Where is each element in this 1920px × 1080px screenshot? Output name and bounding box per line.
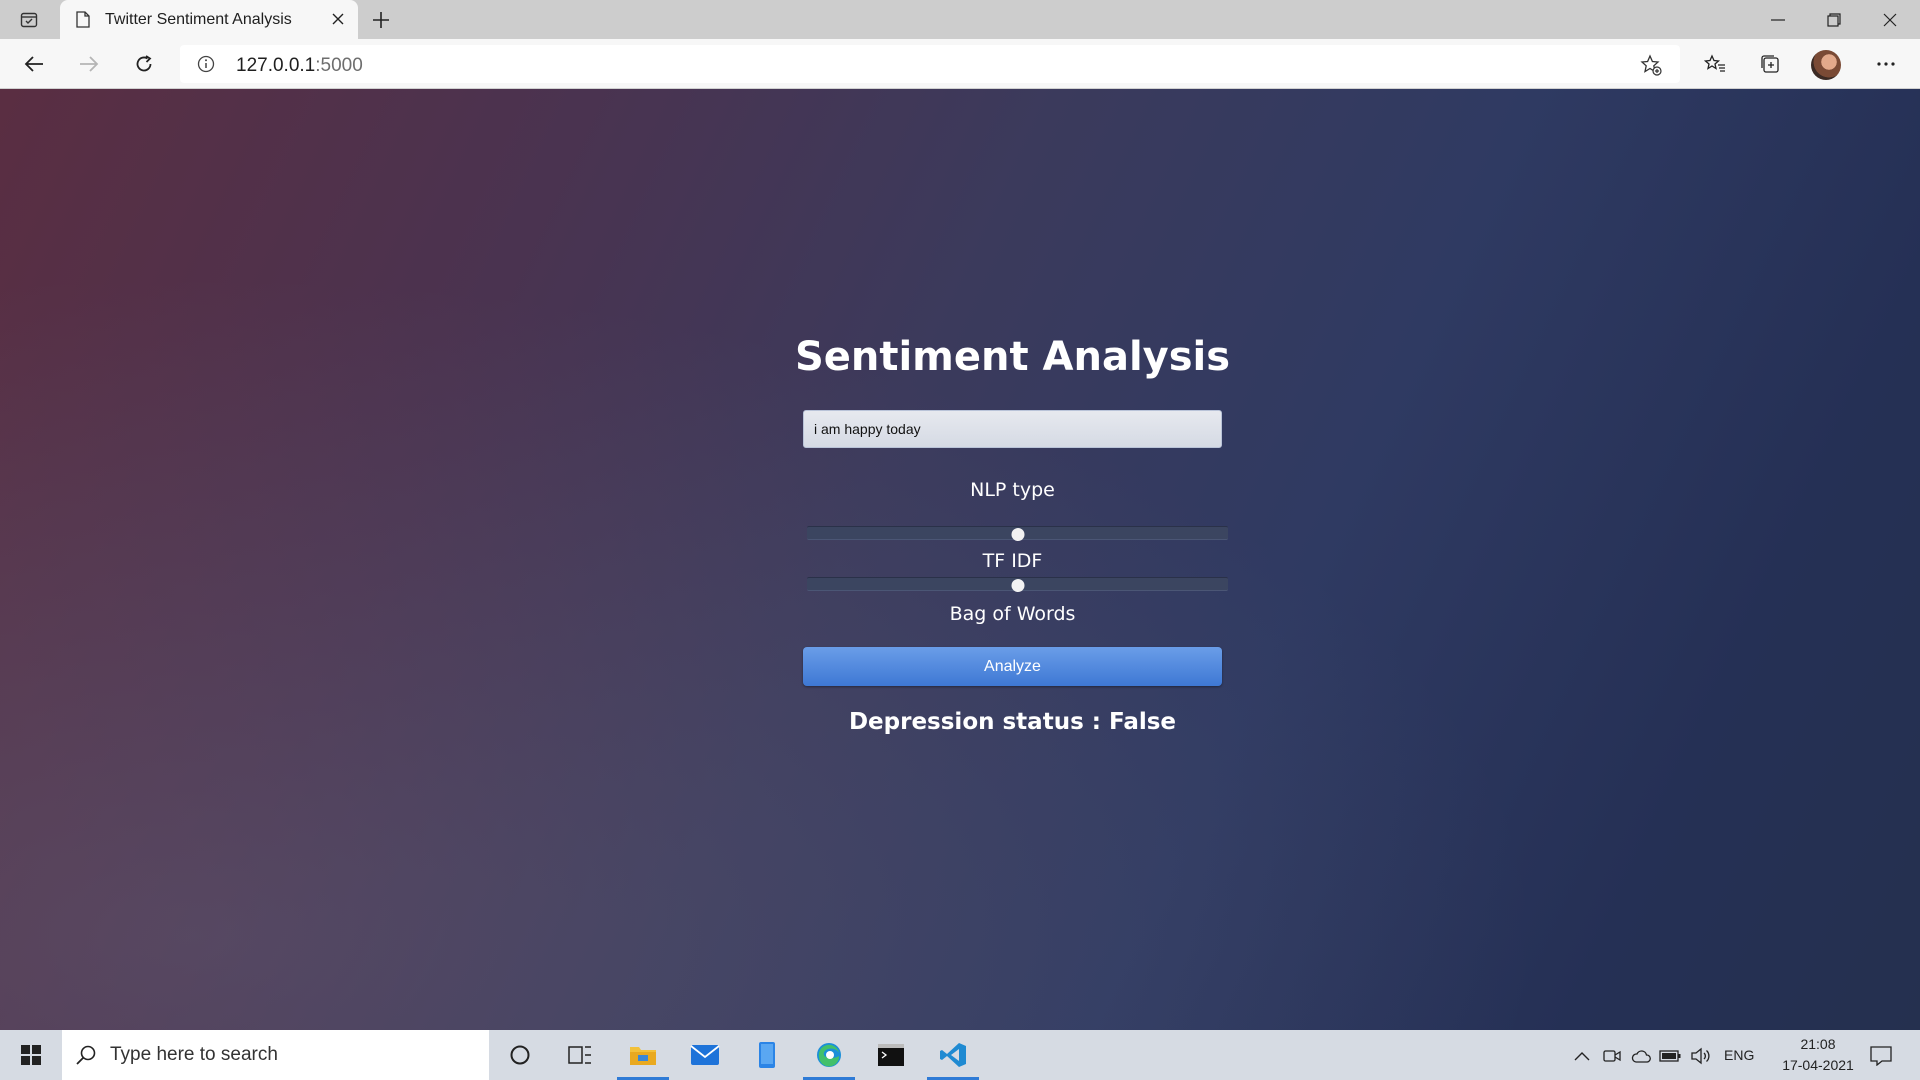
- search-placeholder: Type here to search: [110, 1044, 278, 1065]
- page-title: Sentiment Analysis: [794, 334, 1231, 380]
- more-options-icon[interactable]: [1870, 48, 1902, 80]
- sentiment-form: Sentiment Analysis NLP type TF IDF Bag o…: [0, 89, 1920, 1030]
- tweet-text-input[interactable]: [803, 410, 1222, 448]
- favorites-icon[interactable]: [1699, 48, 1731, 80]
- close-tab-icon[interactable]: [328, 9, 348, 29]
- battery-icon[interactable]: [1659, 1045, 1681, 1067]
- browser-tab-bar: Twitter Sentiment Analysis: [0, 0, 1920, 39]
- browser-tab-active[interactable]: Twitter Sentiment Analysis: [60, 0, 358, 39]
- taskbar-search-box[interactable]: Type here to search: [62, 1030, 489, 1080]
- bag-of-words-slider-thumb[interactable]: [1011, 579, 1024, 592]
- info-icon[interactable]: [196, 54, 216, 74]
- close-window-icon[interactable]: [1862, 0, 1918, 39]
- tfidf-slider[interactable]: [807, 526, 1228, 541]
- nlp-type-label: NLP type: [970, 479, 1055, 501]
- restore-icon[interactable]: [1806, 0, 1862, 39]
- clock-time[interactable]: 21:08: [1788, 1036, 1848, 1052]
- new-tab-icon[interactable]: [368, 7, 394, 33]
- url-host: 127.0.0.1: [236, 55, 316, 76]
- phone-app-icon[interactable]: [741, 1030, 793, 1080]
- bag-of-words-slider[interactable]: [807, 577, 1228, 592]
- forward-icon[interactable]: [73, 48, 105, 80]
- add-favorite-icon[interactable]: [1638, 52, 1664, 78]
- url-text[interactable]: 127.0.0.1:5000: [236, 55, 363, 77]
- terminal-icon[interactable]: [865, 1030, 917, 1080]
- url-port: :5000: [315, 55, 363, 76]
- back-icon[interactable]: [18, 48, 50, 80]
- browser-toolbar: 127.0.0.1:5000: [0, 39, 1920, 89]
- bag-of-words-label: Bag of Words: [949, 603, 1076, 625]
- meet-now-icon[interactable]: [1601, 1045, 1623, 1067]
- analyze-button[interactable]: Analyze: [803, 647, 1222, 686]
- page-background: Sentiment Analysis NLP type TF IDF Bag o…: [0, 89, 1920, 1030]
- tab-actions-icon[interactable]: [18, 9, 40, 31]
- windows-taskbar: Type here to search ENG 21:08 17-04-2021: [0, 1030, 1920, 1080]
- clock-date[interactable]: 17-04-2021: [1769, 1057, 1867, 1073]
- vscode-icon[interactable]: [927, 1030, 979, 1080]
- address-bar[interactable]: 127.0.0.1:5000: [180, 45, 1680, 83]
- edge-browser-icon[interactable]: [803, 1030, 855, 1080]
- minimize-icon[interactable]: [1750, 0, 1806, 39]
- task-view-icon[interactable]: [554, 1030, 606, 1080]
- file-explorer-icon[interactable]: [617, 1030, 669, 1080]
- show-hidden-icons-icon[interactable]: [1571, 1045, 1593, 1067]
- notifications-icon[interactable]: [1868, 1044, 1894, 1068]
- tfidf-slider-thumb[interactable]: [1011, 528, 1024, 541]
- depression-status-result: Depression status : False: [848, 709, 1177, 735]
- input-language[interactable]: ENG: [1724, 1047, 1754, 1063]
- search-icon: [74, 1043, 98, 1067]
- collections-icon[interactable]: [1754, 48, 1786, 80]
- page-icon: [74, 10, 92, 28]
- tfidf-label: TF IDF: [982, 550, 1043, 572]
- profile-avatar[interactable]: [1811, 50, 1841, 80]
- cortana-icon[interactable]: [494, 1030, 546, 1080]
- refresh-icon[interactable]: [128, 48, 160, 80]
- onedrive-cloud-icon[interactable]: [1630, 1045, 1652, 1067]
- volume-icon[interactable]: [1690, 1045, 1712, 1067]
- tab-title: Twitter Sentiment Analysis: [105, 11, 292, 28]
- windows-start-icon[interactable]: [12, 1040, 50, 1070]
- mail-icon[interactable]: [679, 1030, 731, 1080]
